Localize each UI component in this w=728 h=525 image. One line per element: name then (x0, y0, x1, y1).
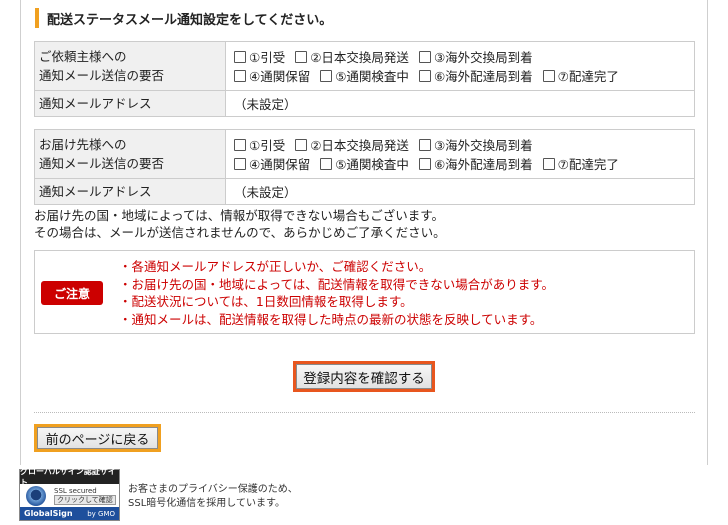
section-heading: 配送ステータスメール通知設定をしてください。 (35, 8, 332, 28)
checkbox[interactable] (234, 50, 246, 63)
recipient-option-6[interactable]: ⑥海外配達局到着 (418, 154, 533, 173)
checkbox[interactable] (418, 69, 431, 82)
checkbox[interactable] (234, 138, 246, 151)
sender-email-value: （未設定） (225, 90, 695, 117)
recipient-option-1[interactable]: ①引受 (234, 135, 285, 154)
sender-option-1[interactable]: ①引受 (234, 47, 285, 66)
ssl-privacy-text: お客さまのプライバシー保護のため、 SSL暗号化通信を採用しています。 (128, 484, 298, 509)
caution-badge: ご注意 (41, 281, 103, 305)
page: 配送ステータスメール通知設定をしてください。 ご依頼主様への 通知メール送信の要… (0, 0, 728, 525)
back-button[interactable]: 前のページに戻る (34, 424, 161, 452)
checkbox[interactable] (234, 157, 246, 170)
recipient-option-3[interactable]: ③海外交換局到着 (418, 135, 533, 154)
caution-item: ・お届け先の国・地域によっては、配送情報を取得できない場合があります。 (119, 276, 555, 292)
recipient-notification-table: お届け先様への 通知メール送信の要否 ①引受 ②日本交換局発送 ③海外交換局到着… (34, 129, 695, 205)
checkbox[interactable] (418, 138, 431, 151)
sender-notify-options: ①引受 ②日本交換局発送 ③海外交換局到着 ④通関保留 ⑤通関検査中 ⑥海外配達… (225, 41, 695, 91)
recipient-option-2[interactable]: ②日本交換局発送 (295, 135, 409, 154)
sender-email-label: 通知メールアドレス (34, 90, 226, 117)
recipient-option-4[interactable]: ④通関保留 (234, 154, 310, 173)
globalsign-ssl-seal[interactable]: グローバルサイン認証サイト SSL secured クリックして確認 Globa… (19, 467, 120, 521)
caution-item: ・配送状況については、1日数回情報を取得します。 (119, 294, 413, 309)
sender-option-6[interactable]: ⑥海外配達局到着 (418, 66, 533, 85)
seal-title: グローバルサイン認証サイト (20, 467, 119, 487)
sender-option-3[interactable]: ③海外交換局到着 (418, 47, 533, 66)
heading-text: 配送ステータスメール通知設定をしてください。 (47, 12, 333, 28)
caution-item: ・通知メールは、配送情報を取得した時点の最新の状態を反映しています。 (119, 311, 543, 327)
heading-accent-bar (35, 8, 39, 28)
seal-verify-button[interactable]: クリックして確認 (54, 495, 116, 505)
checkbox[interactable] (542, 157, 555, 170)
sender-notify-label: ご依頼主様への 通知メール送信の要否 (34, 41, 226, 91)
checkbox[interactable] (295, 50, 308, 63)
sender-option-2[interactable]: ②日本交換局発送 (295, 47, 409, 66)
caution-item: ・各通知メールアドレスが正しいか、ご確認ください。 (119, 259, 432, 274)
ssl-secured-text: SSL secured (54, 487, 97, 495)
recipient-option-5[interactable]: ⑤通関検査中 (320, 154, 409, 173)
checkbox[interactable] (234, 69, 246, 82)
checkbox[interactable] (295, 138, 308, 151)
content-border-left (20, 0, 21, 465)
sender-option-7[interactable]: ⑦配達完了 (542, 66, 619, 85)
sender-option-4[interactable]: ④通関保留 (234, 66, 310, 85)
recipient-notify-options: ①引受 ②日本交換局発送 ③海外交換局到着 ④通関保留 ⑤通関検査中 ⑥海外配達… (225, 129, 695, 179)
sender-option-5[interactable]: ⑤通関検査中 (320, 66, 409, 85)
caution-box: ご注意 ・各通知メールアドレスが正しいか、ご確認ください。 ・お届け先の国・地域… (34, 250, 695, 334)
checkbox[interactable] (418, 50, 431, 63)
checkbox[interactable] (418, 157, 431, 170)
globalsign-brand: GlobalSign (24, 509, 73, 518)
divider (34, 412, 695, 413)
sender-notification-table: ご依頼主様への 通知メール送信の要否 ①引受 ②日本交換局発送 ③海外交換局到着… (34, 41, 695, 117)
content-border-right (707, 0, 708, 465)
checkbox[interactable] (320, 157, 333, 170)
recipient-option-7[interactable]: ⑦配達完了 (542, 154, 619, 173)
globalsign-logo-icon (26, 486, 46, 506)
confirm-registration-button[interactable]: 登録内容を確認する (293, 361, 435, 392)
gmo-brand: by GMO (87, 509, 115, 518)
availability-note: お届け先の国・地域によっては、情報が取得できない場合もございます。 その場合は、… (34, 208, 446, 240)
recipient-email-label: 通知メールアドレス (34, 178, 226, 205)
checkbox[interactable] (542, 69, 555, 82)
checkbox[interactable] (320, 69, 333, 82)
caution-list: ・各通知メールアドレスが正しいか、ご確認ください。 ・お届け先の国・地域によって… (119, 258, 554, 328)
recipient-email-value: （未設定） (225, 178, 695, 205)
recipient-notify-label: お届け先様への 通知メール送信の要否 (34, 129, 226, 179)
